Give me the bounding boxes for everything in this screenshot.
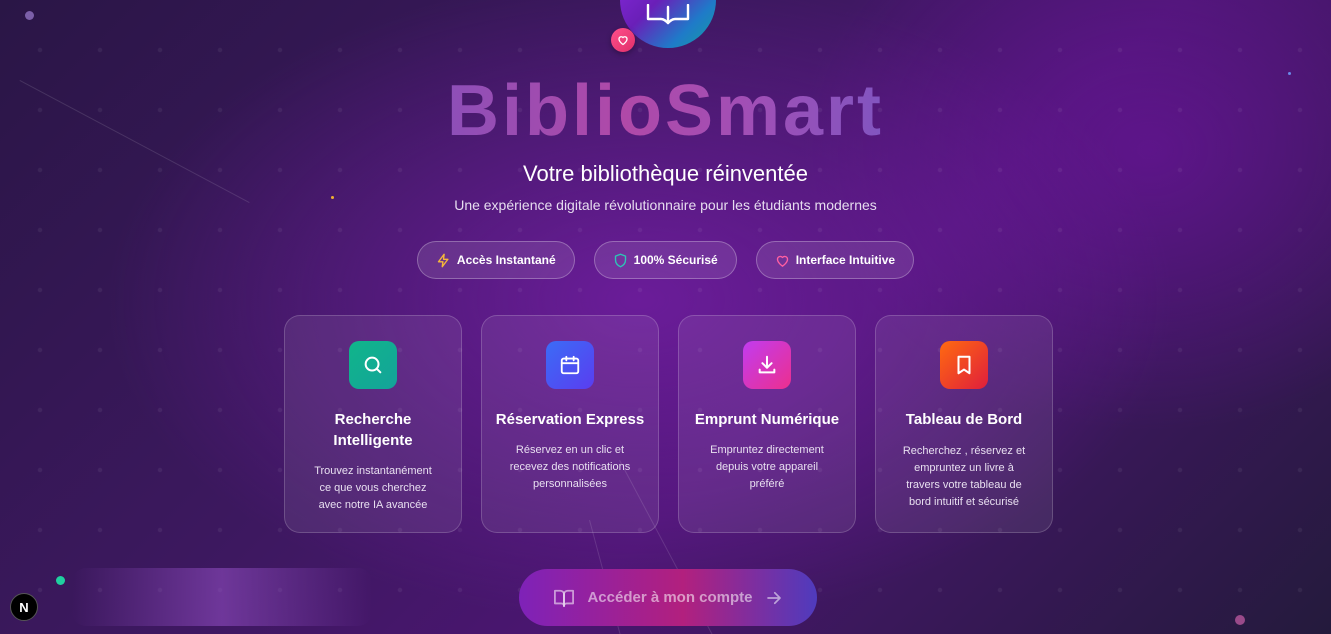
- favorite-badge: [611, 28, 635, 52]
- decorative-glow: [72, 568, 372, 626]
- dev-tools-badge[interactable]: N: [10, 593, 38, 621]
- card-dashboard[interactable]: Tableau de Bord Recherchez , réservez et…: [875, 315, 1053, 533]
- card-icon-badge: [743, 341, 791, 389]
- bookmark-icon: [957, 355, 971, 375]
- decorative-dot: [56, 576, 65, 585]
- book-open-icon: [646, 4, 690, 25]
- card-description: Empruntez directement depuis votre appar…: [710, 444, 824, 490]
- heart-icon: [776, 255, 788, 267]
- app-tagline: Une expérience digitale révolutionnaire …: [454, 197, 877, 213]
- card-description: Réservez en un clic et recevez des notif…: [509, 444, 631, 490]
- card-title: Recherche Intelligente: [333, 411, 413, 449]
- card-icon-badge: [349, 341, 397, 389]
- card-express-reservation[interactable]: Réservation Express Réservez en un clic …: [481, 315, 659, 533]
- feature-pill-label: Interface Intuitive: [795, 253, 896, 267]
- feature-pills: Accès Instantané 100% Sécurisé Interface…: [0, 241, 1331, 279]
- feature-pill-secure: 100% Sécurisé: [593, 241, 737, 279]
- access-account-label: Accéder à mon compte: [587, 589, 753, 606]
- card-title: Tableau de Bord: [905, 411, 1023, 428]
- lightning-icon: [437, 253, 449, 267]
- heart-icon: [618, 36, 628, 46]
- search-icon: [364, 356, 382, 374]
- dev-tools-badge-label: N: [19, 599, 29, 615]
- app-title: BiblioSmart: [446, 71, 885, 151]
- feature-pill-label: Accès Instantané: [456, 253, 556, 267]
- decorative-dot: [1235, 615, 1245, 625]
- calendar-icon: [560, 355, 580, 375]
- feature-cards: Recherche Intelligente Trouvez instantan…: [284, 315, 1053, 533]
- card-digital-loan[interactable]: Emprunt Numérique Empruntez directement …: [678, 315, 856, 533]
- decorative-dot: [25, 11, 34, 20]
- card-description: Trouvez instantanément ce que vous cherc…: [314, 465, 432, 511]
- feature-pill-intuitive: Interface Intuitive: [755, 241, 915, 279]
- card-description: Recherchez , réservez et empruntez un li…: [902, 445, 1026, 508]
- card-icon-badge: [940, 341, 988, 389]
- app-subtitle: Votre bibliothèque réinventée: [523, 161, 808, 186]
- feature-pill-instant-access: Accès Instantané: [416, 241, 575, 279]
- access-account-button[interactable]: Accéder à mon compte: [519, 569, 817, 626]
- download-icon: [758, 355, 776, 374]
- arrow-right-icon: [766, 591, 781, 604]
- card-icon-badge: [546, 341, 594, 389]
- shield-icon: [614, 253, 626, 267]
- card-title: Réservation Express: [495, 411, 645, 428]
- feature-pill-label: 100% Sécurisé: [633, 253, 718, 267]
- book-open-icon: [554, 589, 575, 607]
- card-smart-search[interactable]: Recherche Intelligente Trouvez instantan…: [284, 315, 462, 533]
- card-title: Emprunt Numérique: [694, 411, 840, 428]
